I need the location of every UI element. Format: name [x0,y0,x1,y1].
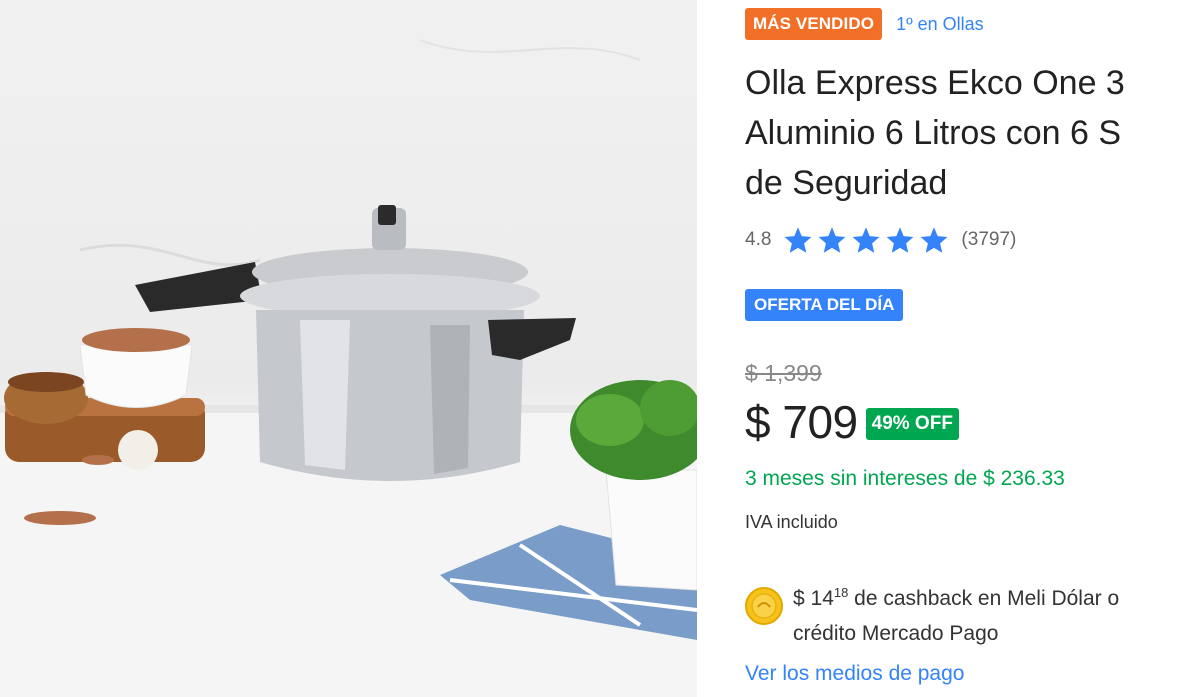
rating-row[interactable]: 4.8 (3797) [745,225,1016,255]
original-price: $ 1,399 [745,360,822,386]
cashback-amount: $ 14 [793,587,834,610]
star-icon [783,226,813,254]
star-icon [851,226,881,254]
cashback-line-2: crédito Mercado Pago [793,622,999,645]
best-seller-badge: MÁS VENDIDO [745,8,883,40]
deal-of-the-day-badge: OFERTA DEL DÍA [745,289,904,321]
product-title-line-2: Aluminio 6 Litros con 6 S [745,114,1122,152]
tax-note: IVA incluido [745,512,838,532]
product-title: Olla Express Ekco One 3 Aluminio 6 Litro… [745,58,1200,208]
review-count: (3797) [961,229,1017,250]
installments-text: 3 meses sin intereses de $ 236.33 [745,467,1065,490]
cashback-text: $ 1418 de cashback en Meli Dólar o crédi… [793,575,1119,651]
star-icon [885,226,915,254]
product-page: MÁS VENDIDO 1º en Ollas Olla Express Ekc… [0,0,1200,697]
cashback-amount-cents: 18 [833,585,849,600]
payment-methods-link[interactable]: Ver los medios de pago [745,662,964,686]
rating-stars [783,226,949,254]
cashback-line-1: $ 1418 de cashback en Meli Dólar o [793,575,1119,616]
price-row: $ 709 49% OFF [745,395,959,449]
cashback-line-1-rest: de cashback en Meli Dólar o [848,587,1120,610]
discount-badge: 49% OFF [865,408,959,440]
current-price: $ 709 [745,396,858,448]
product-info-panel: MÁS VENDIDO 1º en Ollas Olla Express Ekc… [745,0,1200,697]
star-icon [919,226,949,254]
category-rank-link[interactable]: 1º en Ollas [896,14,984,35]
star-icon [817,226,847,254]
badge-row: MÁS VENDIDO 1º en Ollas [745,7,984,41]
product-title-line-3: de Seguridad [745,164,948,202]
product-image[interactable] [0,0,697,697]
rating-value: 4.8 [745,229,772,250]
pressure-cooker-photo [0,39,697,697]
meli-dolar-coin-icon [745,587,783,625]
product-title-line-1: Olla Express Ekco One 3 [745,64,1125,102]
